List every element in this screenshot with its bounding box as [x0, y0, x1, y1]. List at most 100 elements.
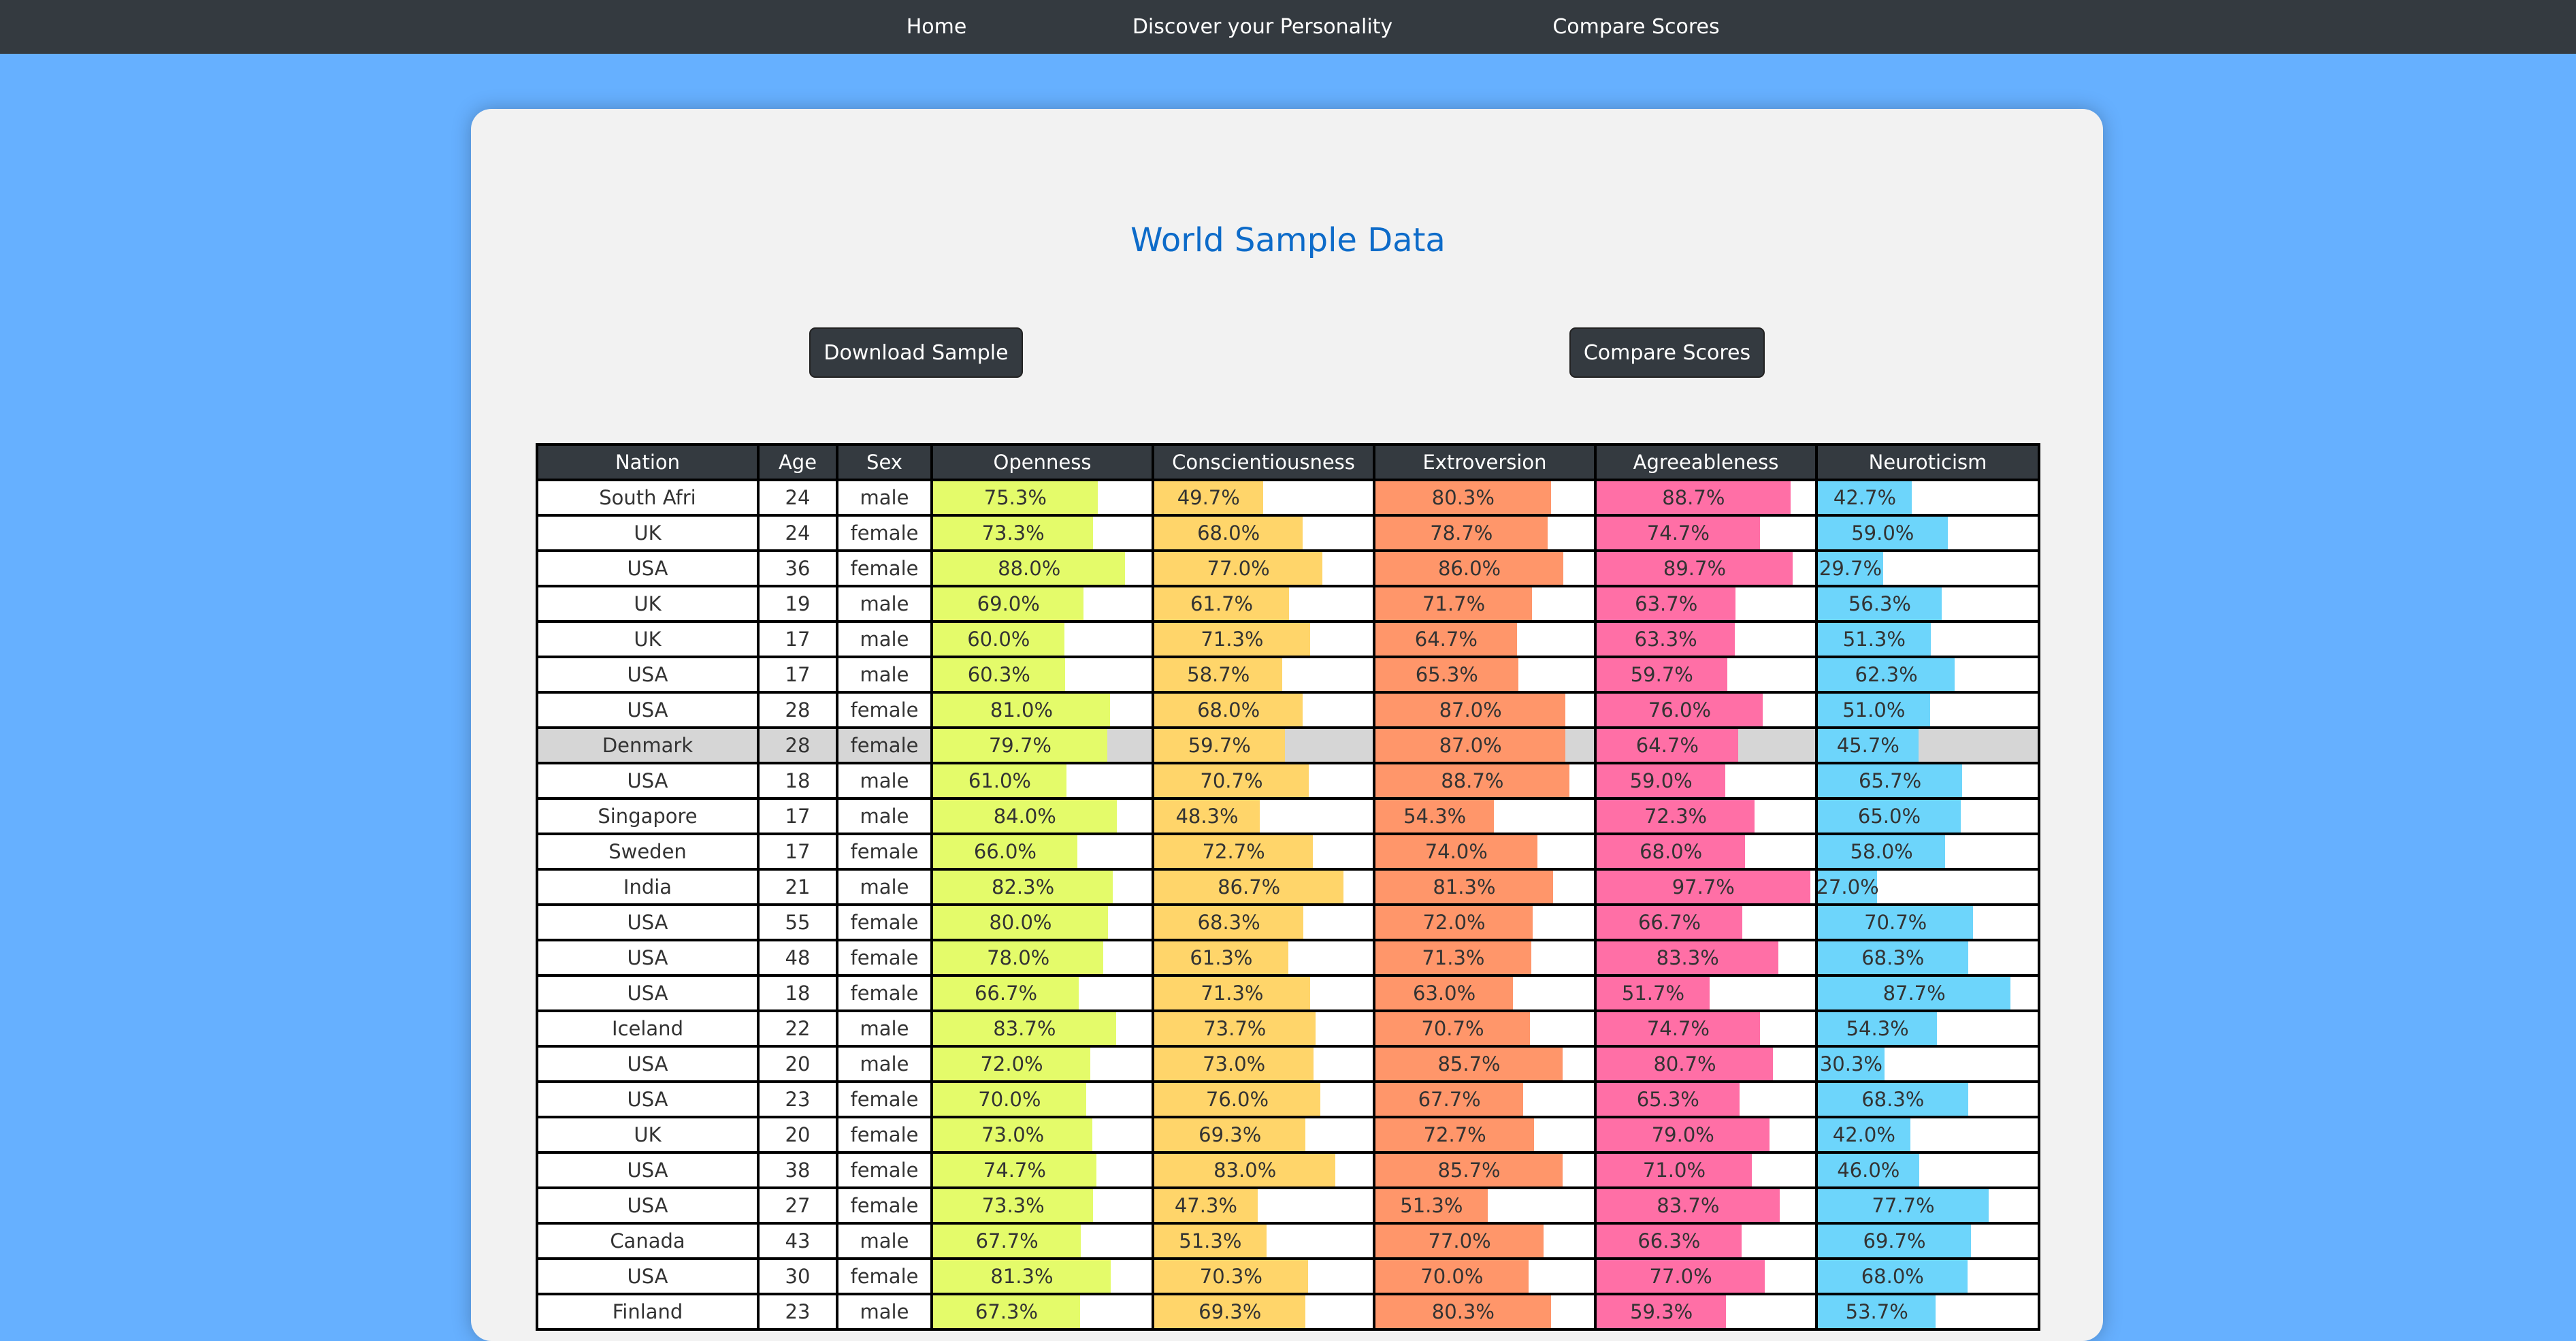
- cell-neuroticism: 45.7%: [1815, 726, 2040, 764]
- cell-agreeableness: 83.7%: [1594, 1186, 1818, 1225]
- extroversion-bar: 78.7%: [1377, 518, 1548, 548]
- conscientiousness-bar: 76.0%: [1156, 1084, 1320, 1114]
- agreeableness-bar: 71.0%: [1598, 1155, 1752, 1185]
- cell-neuroticism: 53.7%: [1815, 1293, 2040, 1331]
- cell-nation: USA: [536, 1257, 760, 1295]
- cell-agreeableness: 66.7%: [1594, 903, 1818, 941]
- extroversion-bar: 80.3%: [1377, 483, 1551, 513]
- cell-openness: 61.0%: [930, 762, 1154, 800]
- cell-extroversion: 65.3%: [1373, 656, 1597, 694]
- openness-bar: 60.3%: [934, 660, 1065, 690]
- conscientiousness-bar: 70.7%: [1156, 766, 1309, 796]
- openness-bar: 60.0%: [934, 624, 1064, 654]
- header-conscientiousness[interactable]: Conscientiousness: [1152, 443, 1375, 481]
- cell-sex: female: [836, 833, 933, 871]
- cell-sex: male: [836, 479, 933, 517]
- conscientiousness-bar: 51.3%: [1156, 1226, 1267, 1256]
- cell-age: 20: [757, 1116, 838, 1154]
- conscientiousness-bar: 70.3%: [1156, 1261, 1308, 1291]
- cell-conscientiousness: 68.0%: [1152, 514, 1375, 552]
- openness-bar: 73.0%: [934, 1120, 1093, 1150]
- cell-sex: female: [836, 1257, 933, 1295]
- cell-nation: UK: [536, 514, 760, 552]
- cell-nation: USA: [536, 939, 760, 977]
- cell-age: 30: [757, 1257, 838, 1295]
- cell-openness: 80.0%: [930, 903, 1154, 941]
- cell-agreeableness: 88.7%: [1594, 479, 1818, 517]
- openness-bar: 82.3%: [934, 872, 1113, 902]
- cell-nation: UK: [536, 1116, 760, 1154]
- cell-conscientiousness: 86.7%: [1152, 868, 1375, 906]
- cell-neuroticism: 54.3%: [1815, 1009, 2040, 1048]
- agreeableness-bar: 83.7%: [1598, 1191, 1780, 1221]
- conscientiousness-bar: 69.3%: [1156, 1297, 1306, 1327]
- table-row: Sweden 17 female 66.0% 72.7% 74.0% 68.0% 58.0%: [536, 833, 2040, 871]
- cell-nation: UK: [536, 585, 760, 623]
- cell-sex: male: [836, 620, 933, 658]
- table-row: USA 36 female 88.0% 77.0% 86.0% 89.7% 29.7%: [536, 549, 2040, 587]
- cell-extroversion: 64.7%: [1373, 620, 1597, 658]
- cell-age: 55: [757, 903, 838, 941]
- header-sex[interactable]: Sex: [836, 443, 933, 481]
- openness-bar: 72.0%: [934, 1049, 1091, 1079]
- header-nation[interactable]: Nation: [536, 443, 760, 481]
- header-agreeableness[interactable]: Agreeableness: [1594, 443, 1818, 481]
- conscientiousness-bar: 77.0%: [1156, 553, 1323, 583]
- header-openness[interactable]: Openness: [930, 443, 1154, 481]
- agreeableness-bar: 76.0%: [1598, 695, 1763, 725]
- openness-bar: 88.0%: [934, 553, 1126, 583]
- extroversion-bar: 87.0%: [1377, 730, 1566, 760]
- cell-openness: 73.3%: [930, 514, 1154, 552]
- cell-openness: 66.7%: [930, 974, 1154, 1012]
- compare-scores-button[interactable]: Compare Scores: [1569, 327, 1765, 378]
- cell-agreeableness: 59.3%: [1594, 1293, 1818, 1331]
- openness-bar: 74.7%: [934, 1155, 1096, 1185]
- download-sample-button[interactable]: Download Sample: [809, 327, 1023, 378]
- table-row: USA 20 male 72.0% 73.0% 85.7% 80.7% 30.3%: [536, 1045, 2040, 1083]
- cell-age: 43: [757, 1222, 838, 1260]
- nav-home-link[interactable]: Home: [907, 0, 967, 54]
- cell-nation: Singapore: [536, 797, 760, 835]
- table-row: USA 27 female 73.3% 47.3% 51.3% 83.7% 77.7%: [536, 1186, 2040, 1225]
- neuroticism-bar: 42.7%: [1819, 483, 1912, 513]
- nav-discover-link[interactable]: Discover your Personality: [1132, 0, 1392, 54]
- table-row: USA 28 female 81.0% 68.0% 87.0% 76.0% 51.0%: [536, 691, 2040, 729]
- extroversion-bar: 85.7%: [1377, 1049, 1563, 1079]
- cell-openness: 60.3%: [930, 656, 1154, 694]
- cell-agreeableness: 83.3%: [1594, 939, 1818, 977]
- cell-conscientiousness: 69.3%: [1152, 1293, 1375, 1331]
- table-row: Singapore 17 male 84.0% 48.3% 54.3% 72.3% 65.0%: [536, 797, 2040, 835]
- neuroticism-bar: 27.0%: [1819, 872, 1879, 902]
- cell-extroversion: 86.0%: [1373, 549, 1597, 587]
- header-neuroticism[interactable]: Neuroticism: [1815, 443, 2040, 481]
- cell-agreeableness: 59.0%: [1594, 762, 1818, 800]
- cell-agreeableness: 66.3%: [1594, 1222, 1818, 1260]
- cell-extroversion: 87.0%: [1373, 726, 1597, 764]
- header-extroversion[interactable]: Extroversion: [1373, 443, 1597, 481]
- conscientiousness-bar: 47.3%: [1156, 1191, 1258, 1221]
- cell-nation: Sweden: [536, 833, 760, 871]
- cell-sex: female: [836, 691, 933, 729]
- cell-age: 20: [757, 1045, 838, 1083]
- cell-conscientiousness: 61.7%: [1152, 585, 1375, 623]
- nav-compare-link[interactable]: Compare Scores: [1552, 0, 1719, 54]
- cell-sex: male: [836, 762, 933, 800]
- cell-neuroticism: 70.7%: [1815, 903, 2040, 941]
- cell-extroversion: 70.7%: [1373, 1009, 1597, 1048]
- cell-conscientiousness: 77.0%: [1152, 549, 1375, 587]
- extroversion-bar: 63.0%: [1377, 978, 1514, 1008]
- header-age[interactable]: Age: [757, 443, 838, 481]
- cell-extroversion: 87.0%: [1373, 691, 1597, 729]
- extroversion-bar: 85.7%: [1377, 1155, 1563, 1185]
- cell-agreeableness: 72.3%: [1594, 797, 1818, 835]
- cell-openness: 69.0%: [930, 585, 1154, 623]
- cell-nation: USA: [536, 974, 760, 1012]
- cell-extroversion: 74.0%: [1373, 833, 1597, 871]
- agreeableness-bar: 64.7%: [1598, 730, 1738, 760]
- cell-age: 17: [757, 797, 838, 835]
- cell-neuroticism: 42.0%: [1815, 1116, 2040, 1154]
- cell-nation: USA: [536, 656, 760, 694]
- extroversion-bar: 71.3%: [1377, 943, 1531, 973]
- cell-sex: male: [836, 797, 933, 835]
- openness-bar: 66.0%: [934, 837, 1077, 867]
